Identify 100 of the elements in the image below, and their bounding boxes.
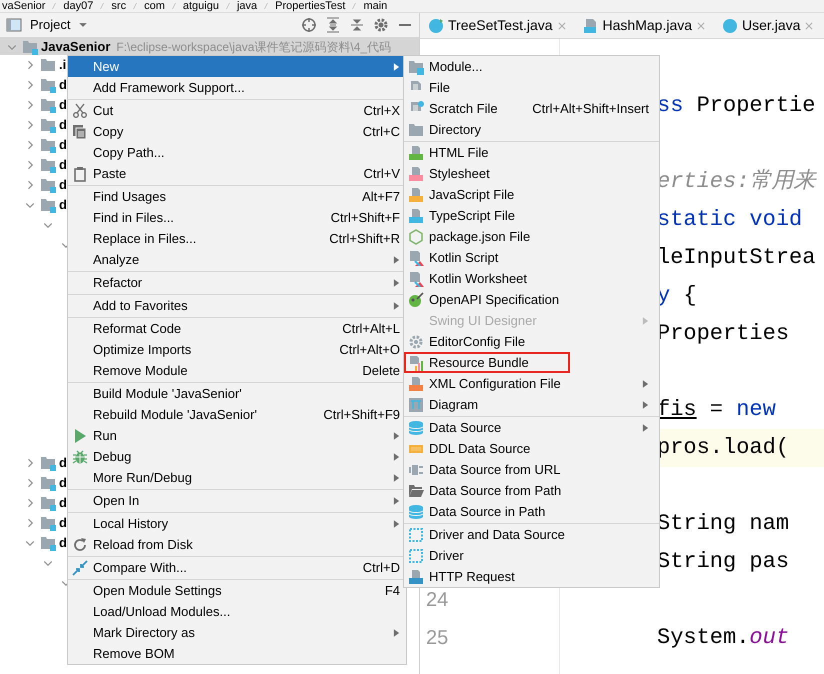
tree-item-label[interactable]: d xyxy=(59,135,67,155)
menu-item[interactable]: package.json File xyxy=(404,226,659,247)
menu-item[interactable]: Replace in Files... Ctrl+Shift+R xyxy=(68,228,406,249)
tree-item-label[interactable]: d xyxy=(59,493,67,513)
menu-item[interactable]: Resource Bundle xyxy=(404,352,570,373)
menu-item[interactable]: Open Module Settings F4 xyxy=(68,580,406,601)
menu-item[interactable]: Build Module 'JavaSenior' xyxy=(68,383,406,404)
tree-item-label[interactable]: d xyxy=(59,175,67,195)
breadcrumb-item[interactable]: PropertiesTest xyxy=(275,0,346,12)
breadcrumb-item[interactable]: java xyxy=(236,0,258,12)
menu-item[interactable]: More Run/Debug xyxy=(68,467,406,488)
kotlin-file-icon xyxy=(408,250,424,266)
module-folder-icon xyxy=(40,515,56,531)
compare-arrows-icon xyxy=(72,560,88,576)
code-line: static void xyxy=(657,207,802,232)
tree-item-label[interactable]: d xyxy=(59,155,67,175)
menu-item[interactable]: HTML File xyxy=(404,142,659,163)
menu-item[interactable]: Add to Favorites xyxy=(68,295,406,316)
menu-item[interactable]: Find in Files... Ctrl+Shift+F xyxy=(68,207,406,228)
menu-item[interactable]: JavaScript File xyxy=(404,184,659,205)
menu-item[interactable]: Mark Directory as xyxy=(68,622,406,643)
tree-item-label[interactable]: d xyxy=(59,115,67,135)
collapse-all-icon[interactable] xyxy=(349,17,365,33)
menu-item[interactable]: EditorConfig File xyxy=(404,331,659,352)
menu-item[interactable]: Rebuild Module 'JavaSenior' Ctrl+Shift+F9 xyxy=(68,404,406,425)
tree-item-label[interactable]: .i xyxy=(59,55,66,75)
editor-tab[interactable]: User.java xyxy=(714,13,822,38)
menu-item[interactable]: Debug xyxy=(68,446,406,467)
menu-item[interactable]: Data Source from Path xyxy=(404,480,659,501)
tree-item-label[interactable]: d xyxy=(59,473,67,493)
menu-item[interactable]: Find Usages Alt+F7 xyxy=(68,186,406,207)
module-folder-icon xyxy=(40,157,56,173)
panel-title[interactable]: Project xyxy=(30,15,70,35)
breadcrumb-item[interactable]: src xyxy=(111,0,126,12)
menu-item[interactable]: XML Configuration File xyxy=(404,373,659,394)
menu-item[interactable]: Load/Unload Modules... xyxy=(68,601,406,622)
code-line: ss Propertie xyxy=(657,93,816,118)
tree-item-label[interactable]: d xyxy=(59,95,67,115)
menu-item[interactable]: TypeScript File xyxy=(404,205,659,226)
menu-item[interactable]: Reload from Disk xyxy=(68,534,406,555)
menu-item[interactable]: Compare With... Ctrl+D xyxy=(68,557,406,578)
menu-item[interactable]: Add Framework Support... xyxy=(68,77,406,98)
folder-icon xyxy=(408,122,424,138)
expand-all-icon[interactable] xyxy=(325,17,341,33)
tree-item-label[interactable]: d xyxy=(59,195,67,215)
editor-tab[interactable]: HashMap.java xyxy=(574,13,714,38)
close-icon[interactable] xyxy=(696,20,706,30)
settings-icon[interactable] xyxy=(373,17,389,33)
menu-item[interactable]: Refactor xyxy=(68,272,406,293)
menu-item[interactable]: Data Source from URL xyxy=(404,459,659,480)
openapi-icon xyxy=(408,292,424,308)
tree-item-label[interactable]: JavaSenior xyxy=(41,36,110,56)
menu-item[interactable]: Directory xyxy=(404,119,659,140)
menu-item[interactable]: OpenAPI Specification xyxy=(404,289,659,310)
breadcrumb-item[interactable]: main xyxy=(363,0,388,12)
menu-item[interactable]: Open In xyxy=(68,490,406,511)
menu-item[interactable]: Local History xyxy=(68,513,406,534)
breadcrumb-item[interactable]: atguigu xyxy=(182,0,219,12)
tree-item-label[interactable]: d xyxy=(59,533,67,553)
menu-item[interactable]: Data Source in Path xyxy=(404,501,659,522)
menu-item[interactable]: Driver xyxy=(404,545,659,566)
menu-item[interactable]: New xyxy=(68,56,406,77)
menu-item[interactable]: Remove BOM xyxy=(68,643,406,664)
editor-tab[interactable]: TreeSetTest.java xyxy=(420,13,575,38)
menu-item[interactable]: File xyxy=(404,77,659,98)
menu-item[interactable]: Diagram xyxy=(404,394,659,415)
css-file-icon xyxy=(408,166,424,182)
menu-item[interactable]: Copy Ctrl+C xyxy=(68,121,406,142)
tree-item-label[interactable]: d xyxy=(59,513,67,533)
menu-item[interactable]: Module... xyxy=(404,56,659,77)
close-icon[interactable] xyxy=(804,20,814,30)
code-line: Properties xyxy=(657,321,790,346)
refresh-icon xyxy=(72,536,88,552)
menu-item[interactable]: Analyze xyxy=(68,249,406,270)
menu-item[interactable]: Optimize Imports Ctrl+Alt+O xyxy=(68,339,406,360)
menu-item[interactable]: Kotlin Script xyxy=(404,247,659,268)
module-folder-icon xyxy=(40,495,56,511)
folder-icon xyxy=(40,57,56,73)
menu-item[interactable]: Data Source xyxy=(404,417,659,438)
menu-item[interactable]: Reformat Code Ctrl+Alt+L xyxy=(68,318,406,339)
menu-item[interactable]: Driver and Data Source xyxy=(404,524,659,545)
menu-item[interactable]: HTTP Request xyxy=(404,566,659,587)
breadcrumb-item[interactable]: vaSenior xyxy=(2,0,46,12)
breadcrumb-item[interactable]: com xyxy=(144,0,165,12)
tree-item-label[interactable]: d xyxy=(59,453,67,473)
menu-item[interactable]: Paste Ctrl+V xyxy=(68,163,406,184)
menu-item[interactable]: Remove Module Delete xyxy=(68,360,406,381)
menu-item[interactable]: Scratch File Ctrl+Alt+Shift+Insert xyxy=(404,98,659,119)
menu-item[interactable]: Kotlin Worksheet xyxy=(404,268,659,289)
menu-item[interactable]: Cut Ctrl+X xyxy=(68,100,406,121)
driver-icon xyxy=(408,548,424,564)
menu-item[interactable]: Run xyxy=(68,425,406,446)
tree-item-label[interactable]: d xyxy=(59,75,67,95)
database-icon xyxy=(408,504,424,520)
menu-item[interactable]: Stylesheet xyxy=(404,163,659,184)
close-icon[interactable] xyxy=(556,20,567,30)
crosshair-icon[interactable] xyxy=(301,17,317,33)
menu-item[interactable]: Copy Path... xyxy=(68,142,406,163)
menu-item[interactable]: DDL Data Source xyxy=(404,438,659,459)
breadcrumb-item[interactable]: day07 xyxy=(63,0,94,12)
